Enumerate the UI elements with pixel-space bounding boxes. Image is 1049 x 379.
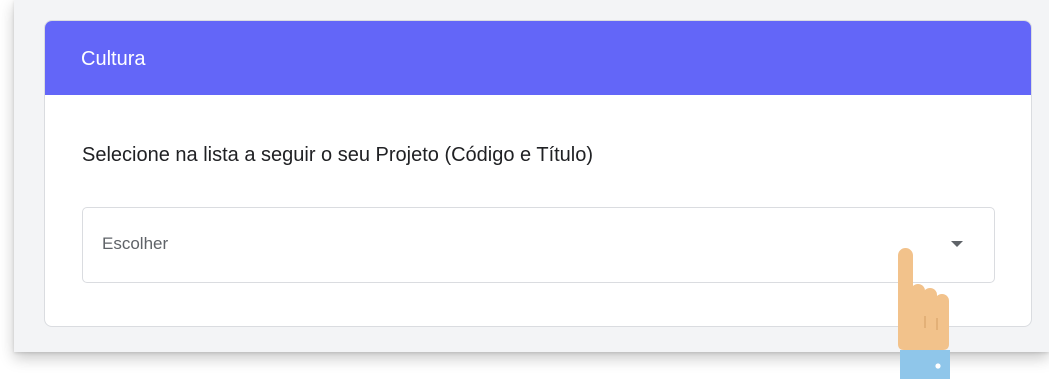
pointing-hand-icon xyxy=(898,248,950,379)
section-header: Cultura xyxy=(45,21,1031,95)
question-label: Selecione na lista a seguir o seu Projet… xyxy=(82,144,594,166)
dropdown-selected-value: Escolher xyxy=(102,234,169,253)
project-dropdown[interactable]: Escolher xyxy=(82,207,995,283)
section-title: Cultura xyxy=(81,48,146,70)
